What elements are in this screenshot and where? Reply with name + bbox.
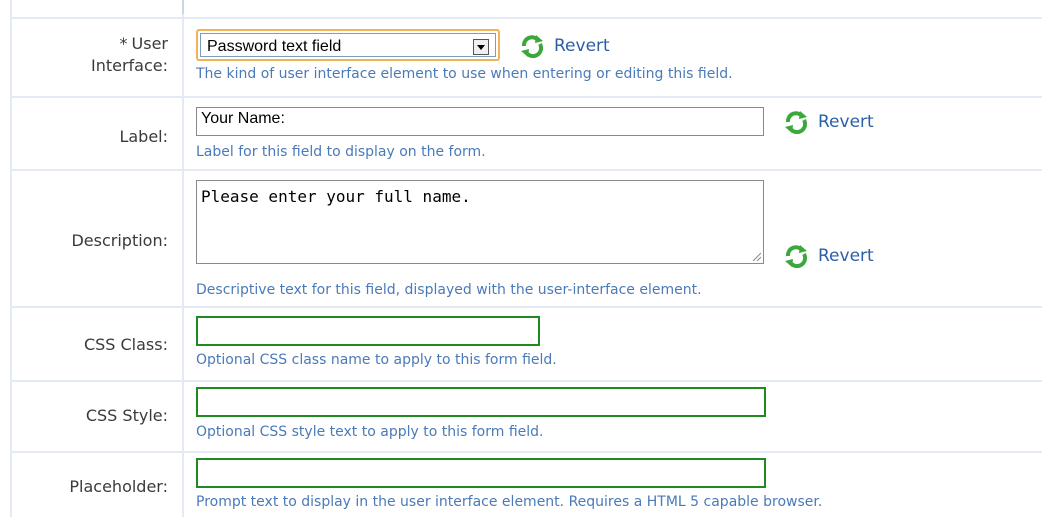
revert-icon: [785, 245, 808, 268]
row-divider: [10, 169, 1042, 171]
table-left-border: [10, 0, 12, 517]
label-hint: Label for this field to display on the f…: [196, 144, 486, 160]
placeholder-hint: Prompt text to display in the user inter…: [196, 494, 823, 510]
css-class-input[interactable]: [196, 316, 540, 346]
revert-button[interactable]: Revert: [780, 110, 874, 134]
user-interface-label: * User Interface:: [12, 33, 168, 77]
revert-label: Revert: [818, 246, 874, 266]
user-interface-select[interactable]: Password text field: [196, 29, 500, 61]
description-hint: Descriptive text for this field, display…: [196, 282, 702, 298]
user-interface-label-line1: User: [131, 34, 168, 53]
chevron-down-icon[interactable]: [473, 39, 489, 55]
css-style-label: CSS Style:: [85, 406, 168, 425]
css-style-input[interactable]: [196, 387, 766, 417]
description-label: Description:: [71, 231, 168, 250]
label-input-value: Your Name:: [201, 110, 285, 127]
select-inner: Password text field: [200, 33, 496, 57]
css-style-hint: Optional CSS style text to apply to this…: [196, 424, 544, 440]
user-interface-hint: The kind of user interface element to us…: [196, 66, 733, 82]
revert-icon: [521, 35, 544, 58]
row-divider: [10, 96, 1042, 98]
description-value: Please enter your full name.: [201, 187, 471, 206]
css-class-hint: Optional CSS class name to apply to this…: [196, 352, 557, 368]
revert-label: Revert: [818, 112, 874, 132]
row-divider: [10, 306, 1042, 308]
column-divider: [182, 0, 184, 517]
revert-icon: [785, 111, 808, 134]
column-divider-top: [182, 0, 184, 14]
css-class-label: CSS Class:: [83, 335, 168, 354]
row-divider: [10, 380, 1042, 382]
label-field-label: Label:: [119, 127, 168, 146]
required-marker: *: [119, 34, 128, 53]
placeholder-input[interactable]: [196, 458, 766, 488]
resize-handle-icon[interactable]: [751, 251, 761, 261]
revert-button[interactable]: Revert: [516, 34, 610, 58]
select-value: Password text field: [207, 38, 342, 55]
placeholder-label: Placeholder:: [69, 477, 168, 496]
revert-label: Revert: [554, 36, 610, 56]
user-interface-label-line2: Interface:: [90, 56, 168, 75]
label-input[interactable]: Your Name:: [196, 107, 764, 136]
row-divider: [10, 451, 1042, 453]
row-divider: [10, 17, 1042, 19]
description-textarea[interactable]: Please enter your full name.: [196, 180, 764, 264]
revert-button[interactable]: Revert: [780, 244, 874, 268]
